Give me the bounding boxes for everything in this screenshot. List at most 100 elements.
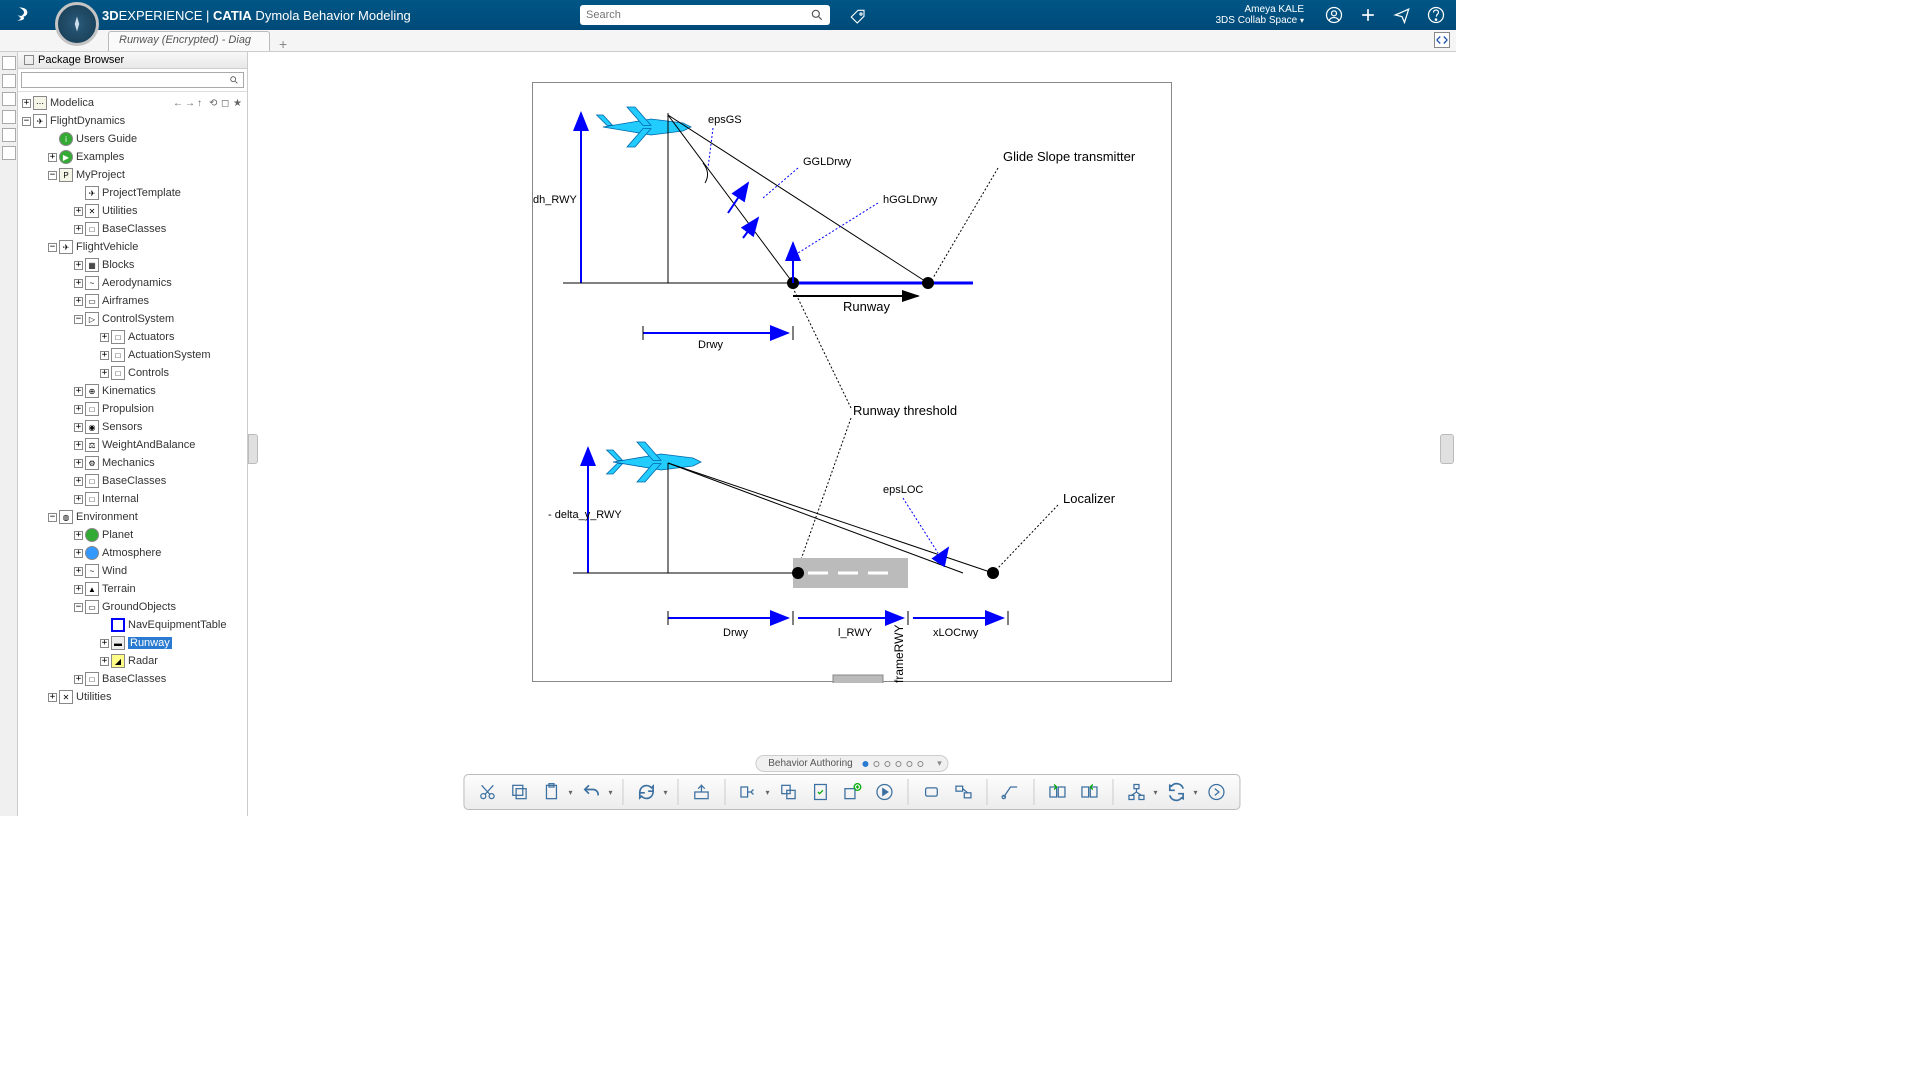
- tree: +⋯Modelica ←→↑⟲◻★ −✈FlightDynamics iUser…: [18, 92, 247, 708]
- blocks-icon[interactable]: [951, 779, 977, 805]
- svg-text:epsLOC: epsLOC: [883, 484, 923, 496]
- tree-node-modelica[interactable]: +⋯Modelica ←→↑⟲◻★: [18, 94, 247, 112]
- tree-node-controlsystem[interactable]: −▷ControlSystem: [18, 310, 247, 328]
- pager-dot-3[interactable]: [885, 761, 891, 767]
- pager-label: Behavior Authoring: [768, 758, 853, 769]
- user-info[interactable]: Ameya KALE 3DS Collab Space ▾: [1215, 4, 1304, 26]
- rail-btn-5[interactable]: [2, 128, 16, 142]
- chevron-down-icon[interactable]: ▾: [937, 758, 942, 769]
- pager-dot-6[interactable]: [918, 761, 924, 767]
- tree-node-flightvehicle[interactable]: −✈FlightVehicle: [18, 238, 247, 256]
- compass-icon[interactable]: [55, 2, 99, 46]
- export-icon[interactable]: [689, 779, 715, 805]
- tree-node-mechanics[interactable]: +⚙Mechanics: [18, 454, 247, 472]
- collapse-panel-button[interactable]: [1434, 32, 1450, 48]
- app-title: 3DEXPERIENCE | CATIA Dymola Behavior Mod…: [102, 8, 411, 23]
- split-h-icon[interactable]: [1045, 779, 1071, 805]
- paste-icon[interactable]: [538, 779, 564, 805]
- svg-text:dh_RWY: dh_RWY: [533, 194, 577, 206]
- copy-icon[interactable]: [506, 779, 532, 805]
- tree-node-actuationsystem[interactable]: +□ActuationSystem: [18, 346, 247, 364]
- tree-node-myproject[interactable]: −PMyProject: [18, 166, 247, 184]
- tree-node-groundobjects[interactable]: −▭GroundObjects: [18, 598, 247, 616]
- package-search[interactable]: [18, 69, 247, 92]
- tree-node-atmosphere[interactable]: +Atmosphere: [18, 544, 247, 562]
- next-icon[interactable]: [1204, 779, 1230, 805]
- tree-node-sensors[interactable]: +◉Sensors: [18, 418, 247, 436]
- tree-node-baseclasses3[interactable]: +□BaseClasses: [18, 670, 247, 688]
- tree-node-kinematics[interactable]: +⊕Kinematics: [18, 382, 247, 400]
- model-icon[interactable]: [736, 779, 762, 805]
- rail-btn-2[interactable]: [2, 74, 16, 88]
- search-box[interactable]: [580, 5, 830, 25]
- tree-node-navequipmenttable[interactable]: NavEquipmentTable: [18, 616, 247, 634]
- pager-dot-1[interactable]: [863, 761, 869, 767]
- share-icon[interactable]: [1392, 5, 1412, 25]
- rail-btn-3[interactable]: [2, 92, 16, 106]
- tree-node-utilities[interactable]: +✕Utilities: [18, 202, 247, 220]
- plus-icon[interactable]: [1358, 5, 1378, 25]
- tree-toolbar[interactable]: ←→↑⟲◻★: [173, 98, 243, 108]
- sync-icon[interactable]: [1164, 779, 1190, 805]
- tree-node-usersguide[interactable]: iUsers Guide: [18, 130, 247, 148]
- svg-text:Runway: Runway: [843, 299, 890, 314]
- search-icon: [229, 75, 239, 85]
- svg-text:Runway threshold: Runway threshold: [853, 403, 957, 418]
- runway-diagram: dh_RWY Runway epsGS: [533, 83, 1173, 683]
- play-icon[interactable]: [872, 779, 898, 805]
- undo-icon[interactable]: [578, 779, 604, 805]
- tab-runway[interactable]: Runway (Encrypted) - Diag: [108, 31, 270, 51]
- sidebar-collapse-handle[interactable]: [248, 434, 258, 464]
- tree-node-internal[interactable]: +□Internal: [18, 490, 247, 508]
- rail-btn-6[interactable]: [2, 146, 16, 160]
- right-panel-handle[interactable]: [1440, 434, 1454, 464]
- pager-dot-4[interactable]: [896, 761, 902, 767]
- tree-node-controls[interactable]: +□Controls: [18, 364, 247, 382]
- tree-node-projecttemplate[interactable]: ✈ProjectTemplate: [18, 184, 247, 202]
- help-icon[interactable]: [1426, 5, 1446, 25]
- svg-text:GGLDrwy: GGLDrwy: [803, 156, 852, 168]
- window-icon: [24, 55, 34, 65]
- search-input[interactable]: [586, 9, 810, 21]
- tree-node-blocks[interactable]: +▦Blocks: [18, 256, 247, 274]
- cut-icon[interactable]: [474, 779, 500, 805]
- tree-node-wind[interactable]: +~Wind: [18, 562, 247, 580]
- tree-node-examples[interactable]: +▶Examples: [18, 148, 247, 166]
- tree-node-terrain[interactable]: +▲Terrain: [18, 580, 247, 598]
- add-component-icon[interactable]: [840, 779, 866, 805]
- tree-node-utilities2[interactable]: +✕Utilities: [18, 688, 247, 706]
- pager-dot-5[interactable]: [907, 761, 913, 767]
- tree-node-baseclasses2[interactable]: +□BaseClasses: [18, 472, 247, 490]
- pager[interactable]: Behavior Authoring ▾: [755, 755, 949, 772]
- svg-text:xLOCrwy: xLOCrwy: [933, 627, 979, 639]
- tree-node-actuators[interactable]: +□Actuators: [18, 328, 247, 346]
- svg-text:- delta_y_RWY: - delta_y_RWY: [548, 509, 622, 521]
- tree-node-environment[interactable]: −◍Environment: [18, 508, 247, 526]
- duplicate-icon[interactable]: [776, 779, 802, 805]
- tree-node-aerodynamics[interactable]: +~Aerodynamics: [18, 274, 247, 292]
- tree-node-runway[interactable]: +▬Runway: [18, 634, 247, 652]
- refresh-icon[interactable]: [633, 779, 659, 805]
- connector-icon[interactable]: [998, 779, 1024, 805]
- user-add-icon[interactable]: [1324, 5, 1344, 25]
- tree-node-radar[interactable]: +◢Radar: [18, 652, 247, 670]
- svg-text:Glide Slope transmitter: Glide Slope transmitter: [1003, 149, 1136, 164]
- tab-add-button[interactable]: +: [276, 37, 290, 51]
- tree-node-airframes[interactable]: +▭Airframes: [18, 292, 247, 310]
- canvas[interactable]: dh_RWY Runway epsGS: [248, 52, 1456, 816]
- tree-node-baseclasses[interactable]: +□BaseClasses: [18, 220, 247, 238]
- user-space: 3DS Collab Space: [1215, 15, 1297, 26]
- tree-node-flightdynamics[interactable]: −✈FlightDynamics: [18, 112, 247, 130]
- tree-node-weightandbalance[interactable]: +⚖WeightAndBalance: [18, 436, 247, 454]
- check-doc-icon[interactable]: [808, 779, 834, 805]
- pager-dot-2[interactable]: [874, 761, 880, 767]
- tag-icon[interactable]: [848, 7, 868, 27]
- hierarchy-icon[interactable]: [1124, 779, 1150, 805]
- block-icon[interactable]: [919, 779, 945, 805]
- rail-btn-4[interactable]: [2, 110, 16, 124]
- split-v-icon[interactable]: [1077, 779, 1103, 805]
- tree-node-propulsion[interactable]: +□Propulsion: [18, 400, 247, 418]
- search-icon[interactable]: [810, 8, 824, 22]
- rail-btn-1[interactable]: [2, 56, 16, 70]
- tree-node-planet[interactable]: +Planet: [18, 526, 247, 544]
